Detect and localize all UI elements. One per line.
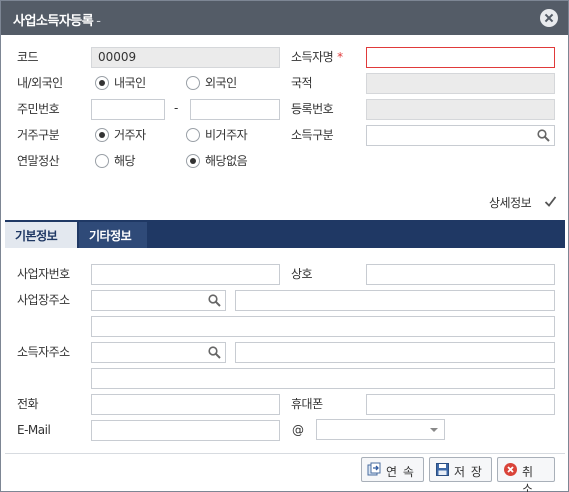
registration-no-field — [366, 99, 555, 120]
continue-button[interactable]: 연 속 — [361, 457, 424, 482]
radio-applicable-label: 해당 — [114, 154, 136, 168]
earner-address2-input[interactable] — [91, 368, 555, 389]
earner-name-input[interactable] — [366, 47, 555, 68]
business-zip-input[interactable] — [91, 290, 226, 311]
code-label: 코드 — [17, 50, 39, 64]
radio-resident[interactable] — [95, 128, 109, 142]
resident-no-separator: - — [174, 101, 179, 115]
email-label: E-Mail — [17, 423, 51, 437]
continue-icon — [367, 462, 381, 476]
business-address2-input[interactable] — [91, 316, 555, 337]
radio-foreign-label: 외국인 — [205, 76, 237, 90]
search-icon[interactable] — [208, 294, 221, 307]
trade-name-label: 상호 — [291, 267, 313, 281]
radio-resident-label: 거주자 — [114, 128, 146, 142]
search-icon[interactable] — [208, 346, 221, 359]
nationality-label: 국적 — [291, 76, 313, 90]
detail-toggle-label: 상세정보 — [489, 196, 532, 210]
phone-label: 전화 — [17, 397, 39, 411]
mobile-input[interactable] — [366, 394, 555, 415]
registration-no-label: 등록번호 — [291, 102, 334, 116]
email-local-input[interactable] — [91, 420, 280, 441]
business-no-label: 사업자번호 — [17, 267, 70, 281]
checkmark-icon[interactable] — [544, 195, 557, 208]
radio-domestic[interactable] — [95, 76, 109, 90]
trade-name-input[interactable] — [366, 264, 555, 285]
earner-zip-input[interactable] — [91, 342, 226, 363]
continue-button-label: 연 속 — [386, 465, 415, 479]
mobile-label: 휴대폰 — [291, 397, 323, 411]
year-end-label: 연말정산 — [17, 154, 60, 168]
radio-applicable[interactable] — [95, 154, 109, 168]
business-address1-input[interactable] — [235, 290, 555, 311]
radio-nonresident-label: 비거주자 — [205, 128, 248, 142]
cancel-icon — [504, 463, 517, 476]
earner-address1-input[interactable] — [235, 342, 555, 363]
tab-other-info[interactable]: 기타정보 — [79, 222, 147, 248]
resident-no-part1-input[interactable] — [91, 99, 165, 120]
footer-divider — [5, 453, 565, 454]
save-button-label: 저 장 — [454, 465, 483, 479]
close-icon[interactable] — [540, 9, 558, 27]
resident-no-part2-input[interactable] — [190, 99, 280, 120]
email-domain-select[interactable] — [316, 419, 445, 440]
radio-foreign[interactable] — [186, 76, 200, 90]
tab-basic-info[interactable]: 기본정보 — [5, 222, 77, 248]
code-field: 00009 — [91, 47, 280, 68]
radio-nonresident[interactable] — [186, 128, 200, 142]
title-bar[interactable]: 사업소득자등록 - — [1, 1, 568, 35]
business-no-input[interactable] — [91, 264, 280, 285]
cancel-button[interactable]: 취 소 — [497, 457, 555, 492]
radio-domestic-label: 내국인 — [114, 76, 146, 90]
email-at-sign: @ — [292, 423, 304, 437]
earner-registration-dialog: 사업소득자등록 - 코드 00009 소득자명 * 내/외국인 내국인 외국인 국적… — [0, 0, 569, 492]
search-icon[interactable] — [537, 129, 550, 142]
earner-name-label: 소득자명 * — [291, 50, 343, 64]
tab-bar: 기본정보 기타정보 — [5, 220, 565, 248]
phone-input[interactable] — [91, 394, 280, 415]
dialog-title: 사업소득자등록 - — [13, 14, 101, 29]
nationality-field — [366, 73, 555, 94]
save-icon — [436, 463, 449, 476]
income-type-label: 소득구분 — [291, 128, 334, 142]
radio-not-applicable-label: 해당없음 — [205, 154, 248, 168]
income-type-input[interactable] — [366, 125, 555, 146]
radio-not-applicable[interactable] — [186, 154, 200, 168]
resident-no-label: 주민번호 — [17, 102, 60, 116]
earner-address-label: 소득자주소 — [17, 345, 70, 359]
residency-type-label: 내/외국인 — [17, 76, 63, 90]
business-address-label: 사업장주소 — [17, 293, 70, 307]
cancel-button-label: 취 소 — [522, 465, 535, 492]
save-button[interactable]: 저 장 — [429, 457, 492, 482]
domicile-label: 거주구분 — [17, 128, 60, 142]
